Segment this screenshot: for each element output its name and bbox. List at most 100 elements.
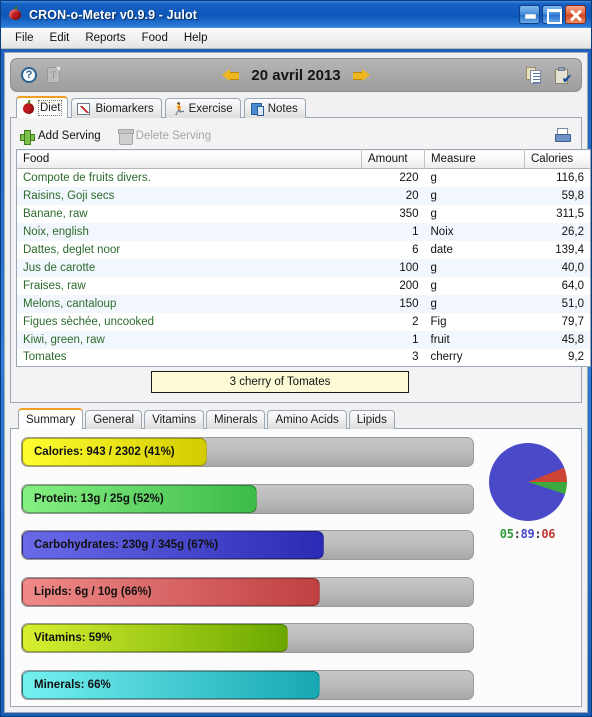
nutrition-tab-strip: Summary General Vitamins Minerals Amino …: [10, 408, 582, 429]
menu-food[interactable]: Food: [134, 30, 176, 46]
note-document-icon: T: [47, 67, 60, 83]
print-icon[interactable]: [555, 128, 572, 144]
table-row[interactable]: Tomates 3 cherry 9,2: [16, 348, 591, 367]
menu-edit[interactable]: Edit: [42, 30, 78, 46]
toolbar-right-group: ✔: [526, 66, 572, 85]
delete-serving-button: Delete Serving: [117, 129, 211, 145]
next-day-arrow-icon[interactable]: [352, 68, 370, 82]
progress-bar-carbohydrates[interactable]: Carbohydrates: 230g / 345g (67%): [21, 530, 474, 561]
menu-reports[interactable]: Reports: [77, 30, 133, 46]
close-button[interactable]: [565, 5, 586, 24]
progress-bar-protein[interactable]: Protein: 13g / 25g (52%): [21, 483, 474, 514]
cell-measure: g: [424, 204, 525, 223]
tab-diet-label: Diet: [37, 100, 63, 116]
column-header-calories[interactable]: Calories: [524, 149, 591, 169]
date-navigator: 20 avril 2013: [11, 67, 581, 84]
cell-food: Dattes, deglet noor: [16, 240, 362, 259]
main-tab-strip: Diet Biomarkers 🏃 Exercise Notes: [10, 95, 582, 118]
cell-amount: 20: [361, 186, 425, 205]
cell-food: Kiwi, green, raw: [16, 330, 362, 349]
menu-help[interactable]: Help: [176, 30, 216, 46]
cell-calories: 79,7: [524, 312, 591, 331]
cell-food: Jus de carotte: [16, 258, 362, 277]
tab-vitamins[interactable]: Vitamins: [144, 410, 205, 429]
maximize-button[interactable]: [542, 5, 563, 24]
help-icon[interactable]: ?: [21, 67, 37, 83]
cell-measure: g: [424, 294, 525, 313]
copy-icon[interactable]: [526, 66, 542, 84]
table-row[interactable]: Kiwi, green, raw 1 fruit 45,8: [16, 330, 591, 349]
minimize-button[interactable]: [519, 5, 540, 24]
table-row[interactable]: Raisins, Goji secs 20 g 59,8: [16, 186, 591, 205]
plus-icon: [20, 129, 35, 145]
cell-amount: 3: [361, 348, 425, 367]
table-row[interactable]: Figues sèchée, uncooked 2 Fig 79,7: [16, 312, 591, 331]
tab-notes[interactable]: Notes: [243, 98, 306, 118]
cell-amount: 2: [361, 312, 425, 331]
chart-icon: [77, 102, 91, 116]
serving-tooltip: 3 cherry of Tomates: [151, 371, 409, 393]
progress-bar-vitamins[interactable]: Vitamins: 59%: [21, 623, 474, 654]
food-table-header: Food Amount Measure Calories: [16, 149, 591, 169]
progress-bar-calories[interactable]: Calories: 943 / 2302 (41%): [21, 437, 474, 467]
cell-calories: 64,0: [524, 276, 591, 295]
runner-icon: 🏃: [171, 101, 187, 116]
serving-toolbar: Add Serving Delete Serving: [16, 123, 576, 149]
window-buttons: [519, 5, 588, 24]
add-serving-button[interactable]: Add Serving: [20, 129, 101, 145]
progress-bar-minerals[interactable]: Minerals: 66%: [21, 669, 474, 700]
menu-bar: File Edit Reports Food Help: [1, 28, 591, 49]
tab-minerals[interactable]: Minerals: [206, 410, 266, 429]
column-header-measure[interactable]: Measure: [424, 149, 525, 169]
column-header-food[interactable]: Food: [16, 149, 362, 169]
cell-calories: 26,2: [524, 222, 591, 241]
menu-file[interactable]: File: [7, 30, 42, 46]
cell-calories: 51,0: [524, 294, 591, 313]
table-row[interactable]: Jus de carotte 100 g 40,0: [16, 258, 591, 277]
tab-biomarkers[interactable]: Biomarkers: [71, 98, 162, 118]
cell-calories: 139,4: [524, 240, 591, 259]
application-window: CRON-o-Meter v0.9.9 - Julot File Edit Re…: [0, 0, 592, 717]
tab-diet[interactable]: Diet: [16, 96, 69, 118]
tab-exercise[interactable]: 🏃 Exercise: [164, 98, 241, 118]
progress-bar-lipids[interactable]: Lipids: 6g / 10g (66%): [21, 576, 474, 607]
cell-calories: 9,2: [524, 348, 591, 367]
macronutrient-pie-chart: [488, 443, 567, 521]
apple-icon: [22, 101, 36, 115]
cell-amount: 150: [361, 294, 425, 313]
ratio-lipids: 06: [541, 527, 556, 541]
tab-amino-acids[interactable]: Amino Acids: [267, 410, 347, 429]
cell-measure: Fig: [424, 312, 525, 331]
table-row[interactable]: Melons, cantaloup 150 g 51,0: [16, 294, 591, 313]
progress-label: Minerals: 66%: [34, 678, 111, 691]
cell-calories: 311,5: [524, 204, 591, 223]
progress-label: Calories: 943 / 2302 (41%): [34, 446, 175, 458]
note-icon: [250, 102, 264, 116]
toolbar-left-group: ? T: [21, 67, 60, 83]
tooltip-container: 3 cherry of Tomates: [16, 367, 576, 397]
macro-ratio-label: 05:89:06: [500, 527, 556, 541]
tab-summary[interactable]: Summary: [18, 408, 84, 429]
table-row[interactable]: Dattes, deglet noor 6 date 139,4: [16, 240, 591, 259]
cell-measure: g: [424, 168, 525, 187]
tab-general[interactable]: General: [85, 410, 143, 429]
cell-food: Raisins, Goji secs: [16, 186, 362, 205]
table-row[interactable]: Noix, english 1 Noix 26,2: [16, 222, 591, 241]
table-row[interactable]: Compote de fruits divers. 220 g 116,6: [16, 168, 591, 187]
cell-food: Compote de fruits divers.: [16, 168, 362, 187]
progress-label: Protein: 13g / 25g (52%): [34, 492, 164, 505]
cell-measure: date: [424, 240, 525, 259]
table-row[interactable]: Fraises, raw 200 g 64,0: [16, 276, 591, 295]
tab-lipids[interactable]: Lipids: [348, 410, 395, 429]
ratio-sep-1: :: [513, 527, 521, 541]
nutrition-section: Summary General Vitamins Minerals Amino …: [10, 408, 582, 707]
previous-day-arrow-icon[interactable]: [222, 68, 240, 82]
food-table: Food Amount Measure Calories Compote de …: [16, 149, 591, 367]
table-row[interactable]: Banane, raw 350 g 311,5: [16, 204, 591, 223]
cell-calories: 59,8: [524, 186, 591, 205]
column-header-amount[interactable]: Amount: [361, 149, 425, 169]
cell-amount: 1: [361, 330, 425, 349]
paste-icon[interactable]: ✔: [555, 66, 572, 85]
cell-amount: 100: [361, 258, 425, 277]
cell-food: Melons, cantaloup: [16, 294, 362, 313]
